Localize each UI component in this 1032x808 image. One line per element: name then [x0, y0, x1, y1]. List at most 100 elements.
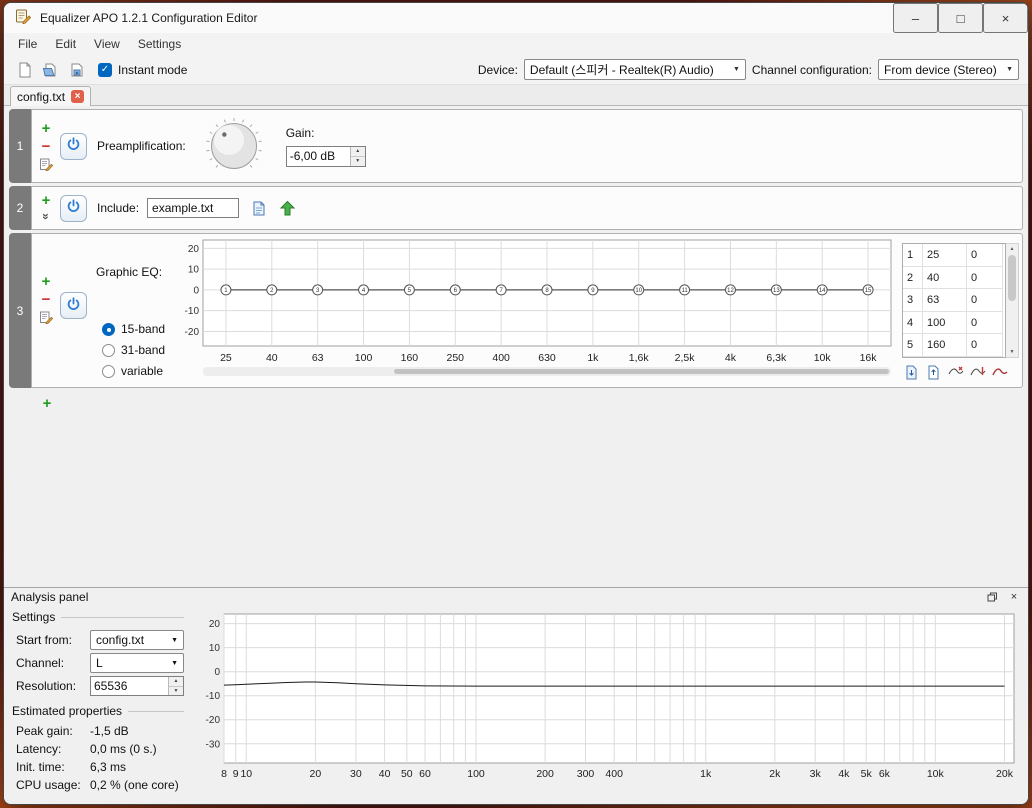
filter-index-handle[interactable]: 3 — [9, 233, 31, 388]
close-panel-icon[interactable]: × — [1007, 590, 1021, 604]
svg-text:20: 20 — [188, 244, 200, 255]
radio-15-band[interactable]: 15-band — [102, 322, 165, 336]
import-response-button[interactable] — [902, 364, 921, 381]
channel-config-select[interactable]: From device (Stereo) ▼ — [878, 59, 1019, 80]
menu-item-settings[interactable]: Settings — [129, 34, 190, 54]
svg-text:4k: 4k — [725, 352, 737, 364]
band-table-cell-freq[interactable]: 63 — [923, 289, 967, 312]
start-from-select[interactable]: config.txt ▼ — [90, 630, 184, 650]
scroll-down-icon[interactable]: ▼ — [1006, 349, 1018, 355]
spin-down-icon[interactable]: ▼ — [169, 685, 183, 695]
band-table-cell-gain[interactable]: 0 — [967, 289, 1003, 312]
add-filter-icon[interactable]: + — [40, 396, 54, 411]
remove-filter-icon[interactable]: − — [39, 292, 53, 307]
filter-index-handle[interactable]: 1 — [9, 109, 31, 183]
svg-text:16k: 16k — [860, 352, 878, 364]
scroll-up-icon[interactable]: ▲ — [1006, 246, 1018, 252]
minimize-button[interactable]: – — [893, 3, 938, 33]
scrollbar-thumb[interactable] — [393, 369, 889, 374]
tab-config-txt[interactable]: config.txt × — [10, 86, 92, 106]
power-toggle[interactable] — [60, 292, 87, 319]
spin-up-icon[interactable]: ▲ — [350, 146, 365, 156]
svg-text:0: 0 — [193, 285, 199, 296]
svg-text:50: 50 — [401, 768, 413, 780]
spin-up-icon[interactable]: ▲ — [169, 677, 183, 686]
file-icon — [253, 201, 265, 215]
float-panel-icon[interactable] — [985, 590, 999, 604]
svg-text:0: 0 — [214, 667, 220, 678]
band-table-cell-freq[interactable]: 100 — [923, 311, 967, 335]
svg-text:-20: -20 — [206, 715, 221, 726]
edit-filter-icon[interactable] — [39, 310, 54, 325]
band-table-cell-freq[interactable]: 25 — [923, 244, 967, 267]
band-table-cell-gain[interactable]: 0 — [967, 266, 1003, 290]
include-file-input[interactable] — [147, 198, 240, 218]
analysis-graph[interactable]: 20 10 0 -10 -20 -30 8 9 10 20 30 40 50 60 100 200 300 400… — [190, 606, 1028, 804]
property-row: Init. time: 6,3 ms — [16, 760, 184, 774]
save-file-button[interactable] — [65, 58, 88, 81]
band-table-cell-gain[interactable]: 0 — [967, 244, 1003, 267]
import-response-icon — [906, 365, 917, 380]
svg-text:2k: 2k — [769, 768, 781, 780]
close-button[interactable]: × — [983, 3, 1028, 33]
collapse-chevron-icon[interactable]: » — [39, 209, 53, 223]
browse-file-button[interactable] — [247, 196, 271, 220]
add-filter-icon[interactable]: + — [39, 121, 53, 136]
radio-variable[interactable]: variable — [102, 364, 165, 378]
instant-mode-checkbox[interactable]: ✓ Instant mode — [98, 62, 187, 77]
property-value: 0,2 % (one core) — [90, 778, 179, 792]
power-icon — [66, 296, 81, 315]
remove-filter-icon[interactable]: − — [39, 139, 53, 154]
menu-item-view[interactable]: View — [85, 34, 129, 54]
filter-index-handle[interactable]: 2 — [9, 186, 31, 230]
gain-knob[interactable] — [204, 117, 264, 175]
power-toggle[interactable] — [60, 194, 87, 222]
menu-item-edit[interactable]: Edit — [46, 34, 85, 54]
resolution-input[interactable] — [91, 677, 168, 695]
checkbox-check-icon: ✓ — [98, 62, 112, 77]
spin-down-icon[interactable]: ▼ — [350, 155, 365, 166]
band-table-cell-freq[interactable]: 160 — [923, 334, 967, 357]
channel-select[interactable]: L ▼ — [90, 653, 184, 673]
analysis-panel-title: Analysis panel — [11, 590, 89, 604]
svg-text:2,5k: 2,5k — [675, 352, 696, 364]
device-select[interactable]: Default (스피커 - Realtek(R) Audio) ▼ — [523, 59, 746, 80]
eq-graph[interactable]: 20 10 0 -10 -20 1 2 3 4 5 6 7 8 9 10 11 12 13 14 15 25 40 63 10… — [177, 236, 897, 364]
smooth-response-icon — [991, 368, 1007, 376]
chevron-down-icon: ▼ — [171, 636, 178, 644]
export-response-button[interactable] — [924, 364, 943, 381]
open-file-button[interactable] — [39, 58, 62, 81]
analysis-panel-header: Analysis panel × — [4, 588, 1028, 606]
open-included-file-button[interactable] — [275, 196, 299, 220]
band-table-cell-gain[interactable]: 0 — [967, 311, 1003, 335]
gain-input[interactable] — [286, 146, 350, 166]
eq-graph-hscrollbar[interactable] — [203, 367, 891, 376]
smooth-response-button[interactable] — [990, 364, 1009, 381]
svg-text:400: 400 — [492, 352, 510, 364]
invert-response-button[interactable] — [946, 364, 965, 381]
radio-31-band[interactable]: 31-band — [102, 343, 165, 357]
tab-close-icon[interactable]: × — [71, 90, 85, 103]
menu-item-file[interactable]: File — [9, 34, 46, 54]
property-value: 6,3 ms — [90, 760, 127, 774]
settings-group-title: Settings — [12, 610, 184, 624]
normalize-response-button[interactable] — [968, 364, 987, 381]
svg-text:10k: 10k — [814, 352, 832, 364]
band-table-cell-num: 4 — [903, 311, 923, 335]
svg-text:100: 100 — [467, 768, 485, 780]
new-file-button[interactable] — [13, 58, 36, 81]
radio-label: variable — [121, 364, 164, 378]
band-table-cell-gain[interactable]: 0 — [967, 334, 1003, 357]
add-filter-icon[interactable]: + — [39, 193, 53, 208]
svg-text:12: 12 — [727, 288, 734, 294]
power-toggle[interactable] — [60, 132, 87, 160]
radio-label: 15-band — [121, 322, 166, 336]
maximize-button[interactable]: □ — [938, 3, 983, 33]
edit-filter-icon[interactable] — [39, 157, 54, 172]
add-filter-icon[interactable]: + — [39, 274, 53, 289]
svg-text:160: 160 — [401, 352, 419, 364]
radio-label: 31-band — [121, 343, 166, 357]
band-table-scrollbar[interactable]: ▲ ▼ — [1006, 243, 1019, 358]
scrollbar-thumb[interactable] — [1008, 255, 1016, 302]
band-table-cell-freq[interactable]: 40 — [923, 266, 967, 290]
